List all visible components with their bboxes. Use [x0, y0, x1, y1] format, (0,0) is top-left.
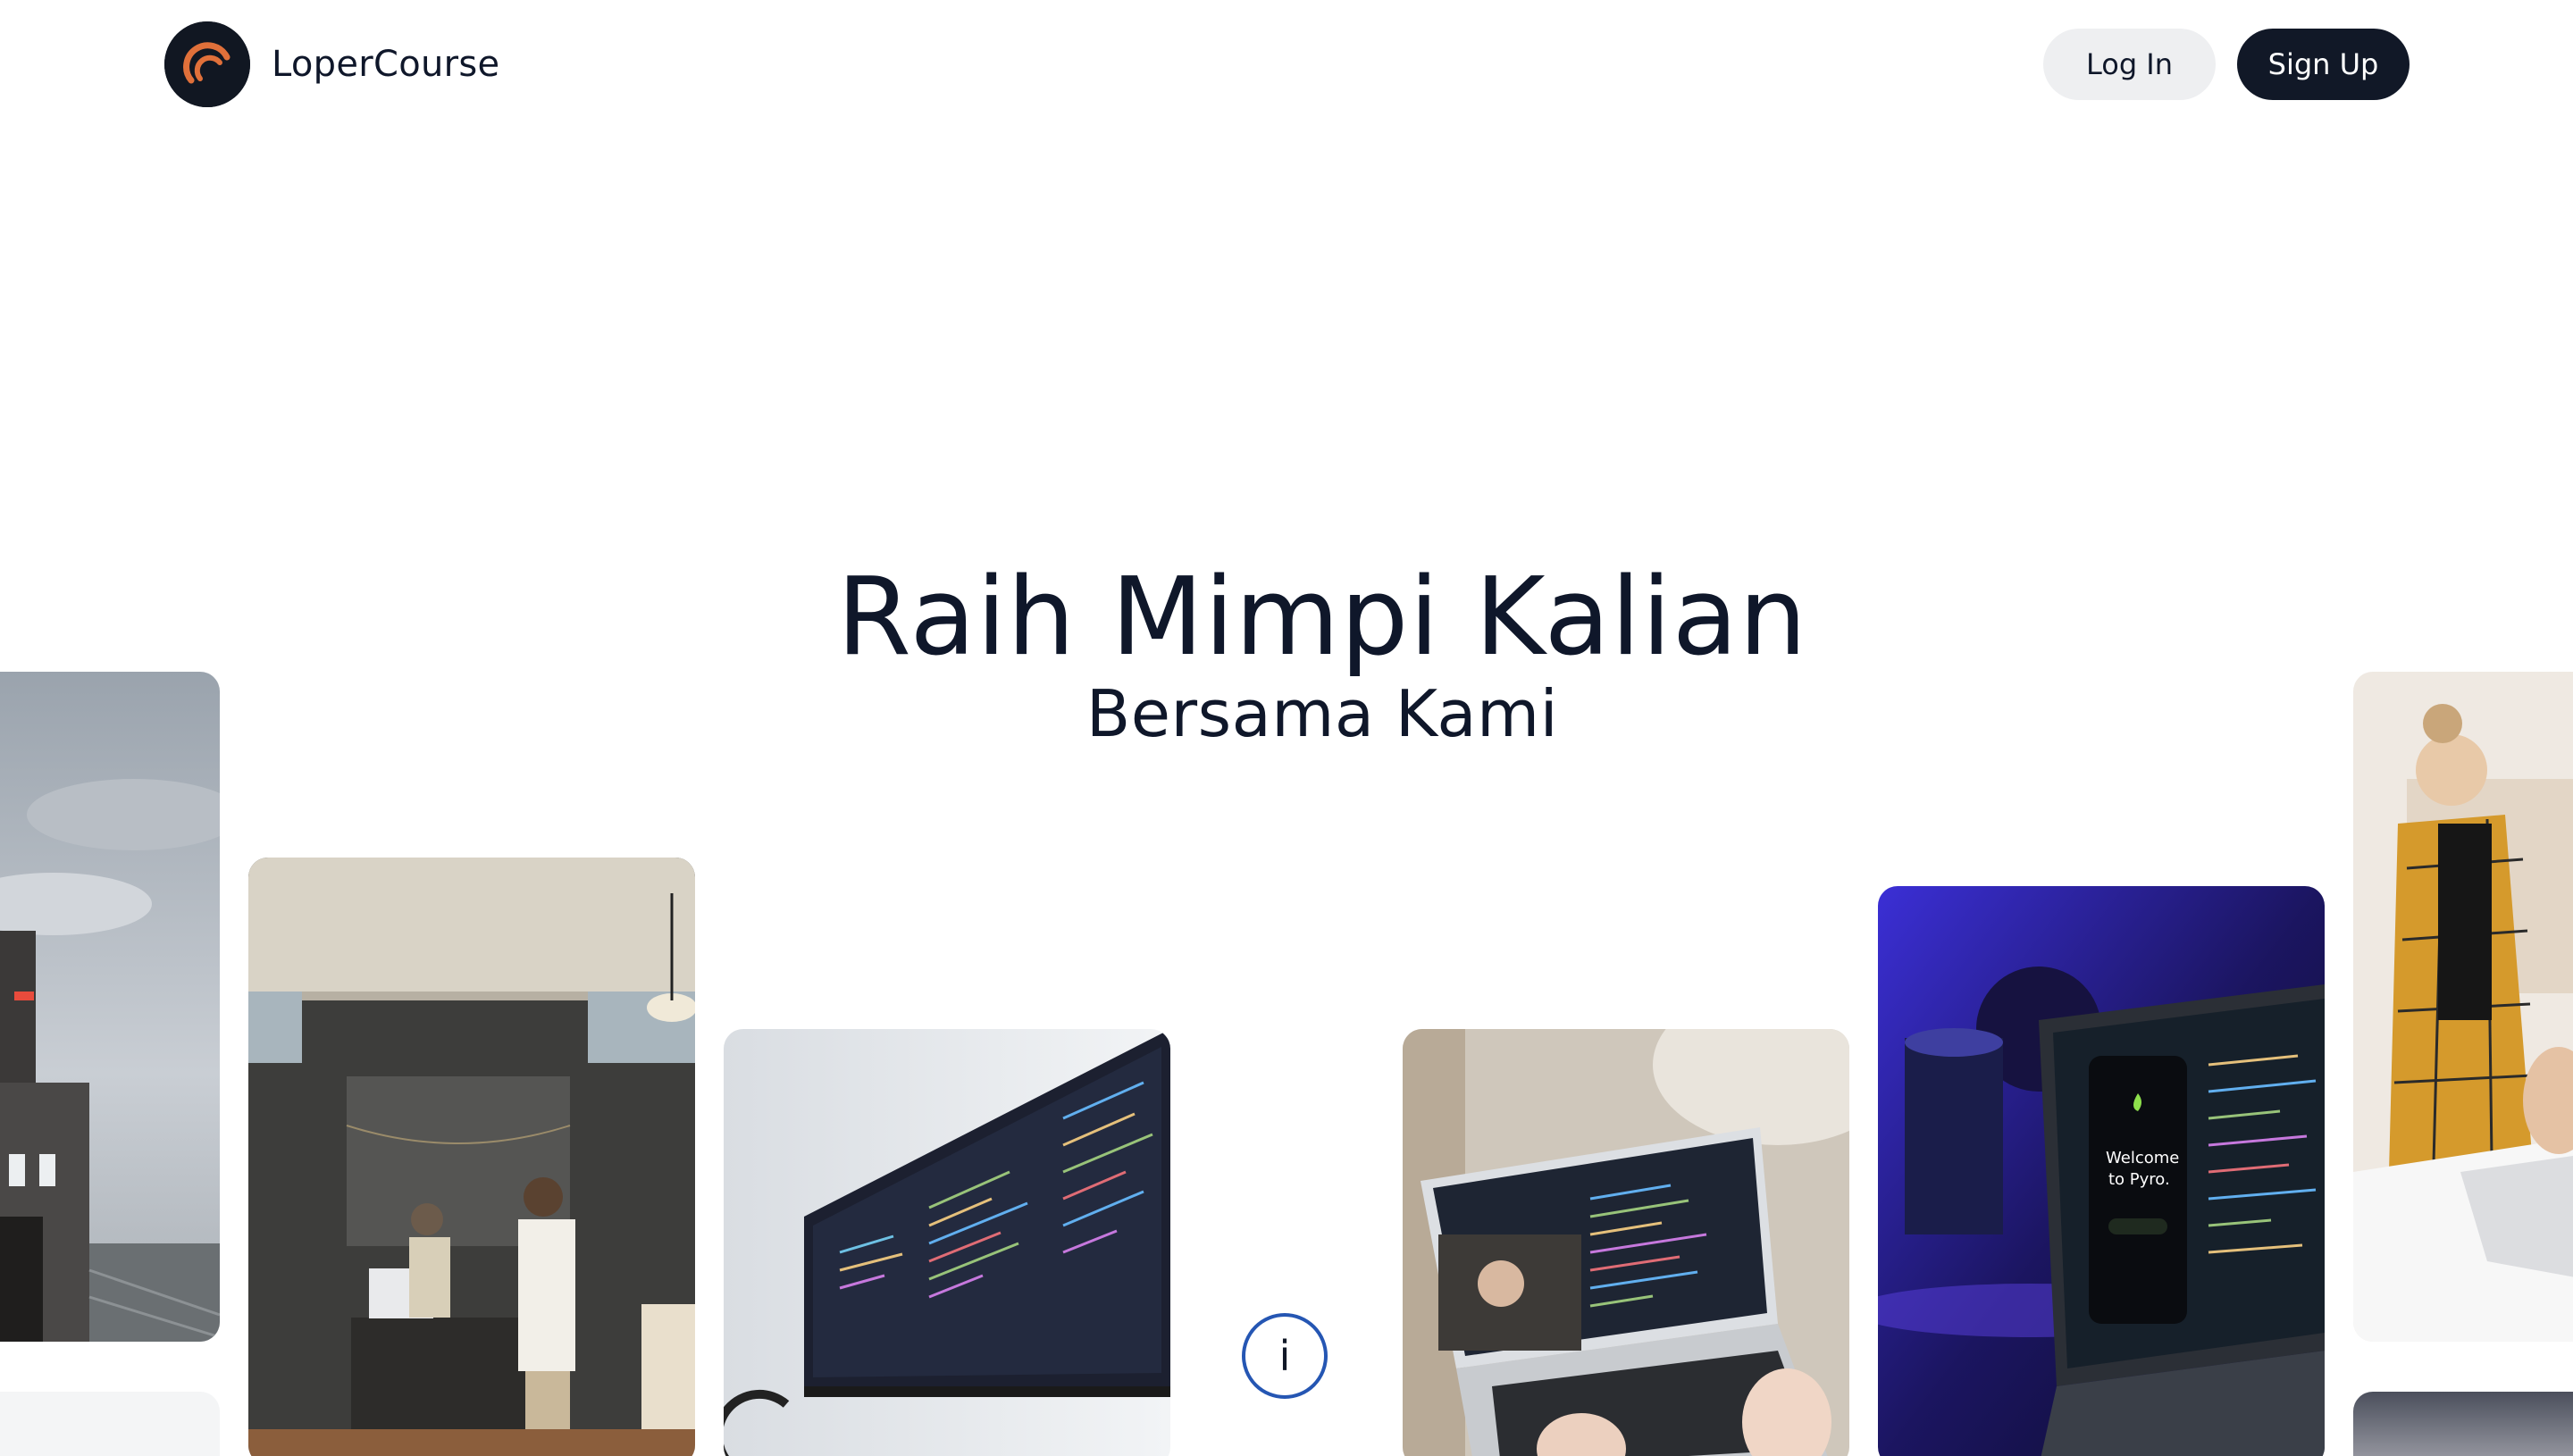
landing-page: LoperCourse Log In Sign Up i Welcome to … [0, 0, 2573, 1456]
building-photo-bottom [0, 1392, 220, 1456]
site-header: LoperCourse Log In Sign Up [0, 0, 2573, 130]
code-monitor-photo [724, 1029, 1170, 1456]
woman-laptop-photo [2353, 672, 2573, 1342]
info-button[interactable]: i [1242, 1313, 1328, 1399]
logo-icon[interactable] [164, 21, 250, 107]
laptop-video-call-photo [1403, 1029, 1849, 1456]
pyro-welcome-line-1: Welcome [2106, 1149, 2179, 1167]
building-photo [0, 672, 220, 1342]
hero-title: Raih Mimpi Kalian [836, 556, 1808, 680]
signup-button[interactable]: Sign Up [2237, 29, 2410, 100]
woman-laptop-photo-bottom [2353, 1392, 2573, 1456]
pyro-welcome-line-2: to Pyro. [2108, 1170, 2170, 1189]
login-button[interactable]: Log In [2043, 29, 2216, 100]
office-team-photo [248, 858, 695, 1456]
hero-subtitle: Bersama Kami [1085, 676, 1559, 751]
purple-laptop-photo: Welcome to Pyro. [1878, 886, 2325, 1456]
brand-name[interactable]: LoperCourse [272, 41, 499, 88]
